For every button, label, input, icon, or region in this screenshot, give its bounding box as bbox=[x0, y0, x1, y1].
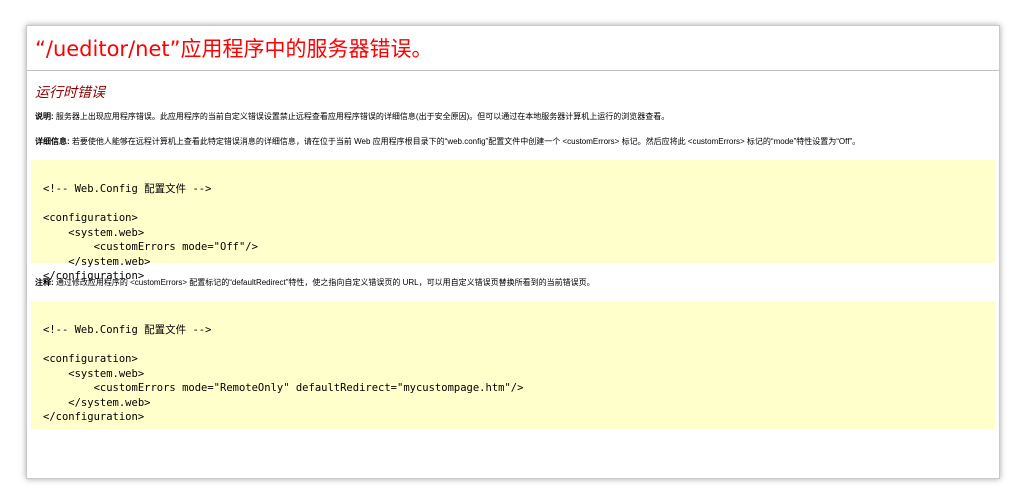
code-line: <customErrors mode="Off"/> bbox=[43, 241, 258, 253]
code-comment: <!-- Web.Config 配置文件 --> bbox=[43, 183, 212, 195]
description-paragraph: 说明: 服务器上出现应用程序错误。此应用程序的当前自定义错误设置禁止远程查看应用… bbox=[35, 111, 995, 123]
code-line: <configuration> bbox=[43, 353, 138, 365]
error-page-window: “/ueditor/net”应用程序中的服务器错误。 运行时错误 说明: 服务器… bbox=[26, 25, 1000, 479]
page-title: “/ueditor/net”应用程序中的服务器错误。 bbox=[35, 37, 433, 61]
details-text: 若要使他人能够在远程计算机上查看此特定错误消息的详细信息，请在位于当前 Web … bbox=[71, 137, 861, 146]
code-line: <system.web> bbox=[43, 226, 145, 239]
note-paragraph: 注释: 通过修改应用程序的 <customErrors> 配置标记的“defau… bbox=[35, 277, 995, 289]
config-code-block-remote: <!-- Web.Config 配置文件 --> <configuration>… bbox=[31, 301, 995, 429]
config-code-block-off: <!-- Web.Config 配置文件 --> <configuration>… bbox=[31, 160, 995, 282]
details-label: 详细信息: bbox=[35, 137, 70, 146]
code-line: </system.web> bbox=[43, 255, 151, 268]
error-subtitle: 运行时错误 bbox=[35, 84, 105, 100]
code-line: <customErrors mode="RemoteOnly" defaultR… bbox=[43, 382, 524, 394]
note-text: 通过修改应用程序的 <customErrors> 配置标记的“defaultRe… bbox=[55, 278, 595, 287]
code-line: </configuration> bbox=[43, 411, 145, 423]
description-text: 服务器上出现应用程序错误。此应用程序的当前自定义错误设置禁止远程查看应用程序错误… bbox=[55, 112, 670, 121]
code-line: <system.web> bbox=[43, 367, 145, 380]
description-label: 说明: bbox=[35, 112, 54, 121]
note-label: 注释: bbox=[35, 278, 54, 287]
details-paragraph: 详细信息: 若要使他人能够在远程计算机上查看此特定错误消息的详细信息，请在位于当… bbox=[35, 136, 995, 148]
code-line: <configuration> bbox=[43, 212, 138, 224]
error-content: 运行时错误 说明: 服务器上出现应用程序错误。此应用程序的当前自定义错误设置禁止… bbox=[27, 83, 999, 429]
code-line: </system.web> bbox=[43, 396, 151, 409]
title-divider bbox=[27, 70, 999, 71]
code-comment: <!-- Web.Config 配置文件 --> bbox=[43, 324, 212, 336]
